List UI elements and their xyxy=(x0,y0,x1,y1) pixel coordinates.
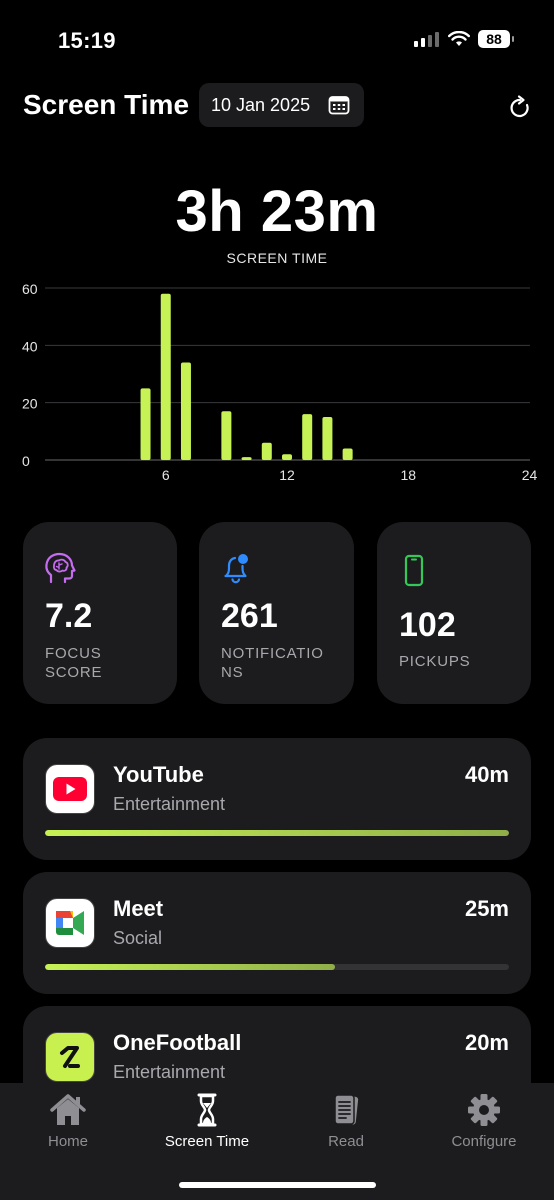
app-usage-bar xyxy=(45,964,509,970)
tab-label: Home xyxy=(47,1133,88,1150)
tab-read[interactable]: Read xyxy=(286,1093,406,1150)
x-tick-label: 12 xyxy=(279,467,295,483)
chart-bar xyxy=(160,293,171,460)
focus-score-value: 7.2 xyxy=(45,597,93,635)
total-screen-time-label: SCREEN TIME xyxy=(226,250,328,266)
page-title: Screen Time xyxy=(23,89,190,120)
tab-label: Configure xyxy=(451,1133,517,1150)
battery-indicator: 88 xyxy=(478,30,514,48)
gear-icon xyxy=(468,1094,500,1126)
chart-bar xyxy=(140,388,151,460)
notifications-card[interactable]: 261 NOTIFICATIO NS xyxy=(199,522,354,704)
chart-bar xyxy=(322,417,333,460)
app-category: Entertainment xyxy=(113,1062,226,1082)
x-tick-label: 6 xyxy=(162,467,170,483)
chart-bar xyxy=(221,411,232,460)
focus-score-label: FOCUS SCORE xyxy=(45,645,103,681)
wifi-icon xyxy=(448,31,470,46)
chart-bar xyxy=(282,454,292,460)
home-icon xyxy=(50,1094,86,1125)
status-time: 15:19 xyxy=(58,28,116,53)
app-category: Social xyxy=(113,928,163,948)
app-usage-list[interactable]: YouTube Entertainment 40m Meet Social 25… xyxy=(23,738,531,1083)
y-tick-label: 20 xyxy=(22,396,38,412)
refresh-icon[interactable] xyxy=(506,94,534,122)
app-time: 40m xyxy=(464,762,509,787)
app-category: Entertainment xyxy=(113,794,226,814)
tab-label: Screen Time xyxy=(164,1133,250,1150)
pickups-card[interactable]: 102 PICKUPS xyxy=(377,522,531,704)
brain-head-icon xyxy=(45,552,76,584)
pickups-label: PICKUPS xyxy=(399,653,471,670)
x-tick-label: 24 xyxy=(522,467,538,483)
app-time: 20m xyxy=(464,1030,509,1055)
chart-bar xyxy=(241,457,252,460)
hourly-usage-chart: 60 40 20 0 6 12 18 24 xyxy=(22,281,538,483)
status-icons: 88 xyxy=(414,30,514,48)
app-row-onefootball[interactable]: OneFootball Entertainment 20m xyxy=(23,1006,531,1083)
tab-screen-time[interactable]: Screen Time xyxy=(147,1093,267,1150)
notifications-value: 261 xyxy=(221,597,278,635)
hourglass-icon xyxy=(197,1093,217,1127)
y-tick-label: 40 xyxy=(22,338,38,354)
onefootball-icon xyxy=(45,1032,95,1082)
app-name: YouTube xyxy=(113,762,204,787)
app-name: Meet xyxy=(113,896,164,921)
notifications-label: NOTIFICATIO NS xyxy=(221,645,324,681)
document-icon xyxy=(334,1094,359,1125)
chart-bar xyxy=(261,442,272,460)
pickups-value: 102 xyxy=(399,606,456,644)
tab-configure[interactable]: Configure xyxy=(424,1093,544,1150)
app-row-youtube[interactable]: YouTube Entertainment 40m xyxy=(23,738,531,860)
tab-label: Read xyxy=(328,1133,364,1150)
total-screen-time: 3h 23m xyxy=(175,179,379,244)
tab-home[interactable]: Home xyxy=(8,1093,128,1150)
app-name: OneFootball xyxy=(113,1030,242,1055)
app-time: 25m xyxy=(464,896,509,921)
date-label: 10 Jan 2025 xyxy=(211,94,311,115)
chart-bar xyxy=(302,414,313,460)
youtube-icon xyxy=(45,764,95,814)
y-tick-label: 0 xyxy=(22,453,30,469)
focus-score-card[interactable]: 7.2 FOCUS SCORE xyxy=(23,522,177,704)
app-usage-bar xyxy=(45,830,509,836)
chart-bar xyxy=(342,448,353,460)
date-picker-button[interactable]: 10 Jan 2025 xyxy=(199,83,364,127)
meet-icon xyxy=(45,898,95,948)
x-tick-label: 18 xyxy=(400,467,416,483)
app-row-meet[interactable]: Meet Social 25m xyxy=(23,872,531,994)
y-tick-label: 60 xyxy=(22,281,38,297)
calendar-icon xyxy=(328,96,350,115)
bell-notification-icon xyxy=(224,554,248,584)
home-indicator xyxy=(179,1182,376,1188)
signal-icon xyxy=(414,32,439,47)
chart-bar xyxy=(180,362,191,460)
phone-icon xyxy=(404,554,424,587)
